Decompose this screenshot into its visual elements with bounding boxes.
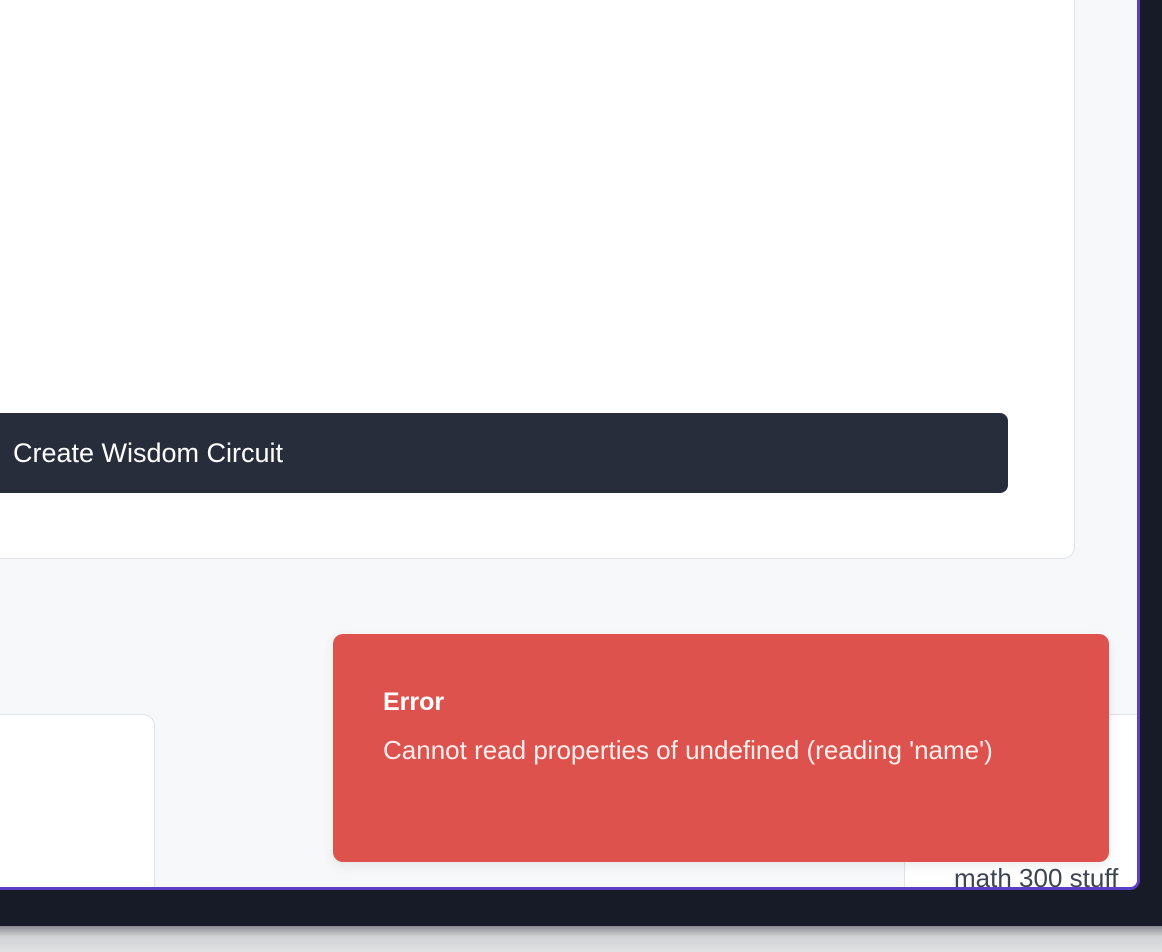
toast-title: Error <box>383 688 445 716</box>
circuit-description: math 300 stuff <box>954 863 1119 890</box>
app-window: Create Wisdom Circuit M math 300 stuff E… <box>0 0 1140 890</box>
create-circuit-form-card: Create Wisdom Circuit <box>0 0 1075 559</box>
create-wisdom-circuit-button[interactable]: Create Wisdom Circuit <box>0 413 1008 493</box>
error-toast[interactable]: Error Cannot read properties of undefine… <box>333 634 1109 862</box>
window-shadow <box>0 926 1162 952</box>
toast-message: Cannot read properties of undefined (rea… <box>383 735 993 765</box>
circuit-card[interactable] <box>0 714 155 887</box>
